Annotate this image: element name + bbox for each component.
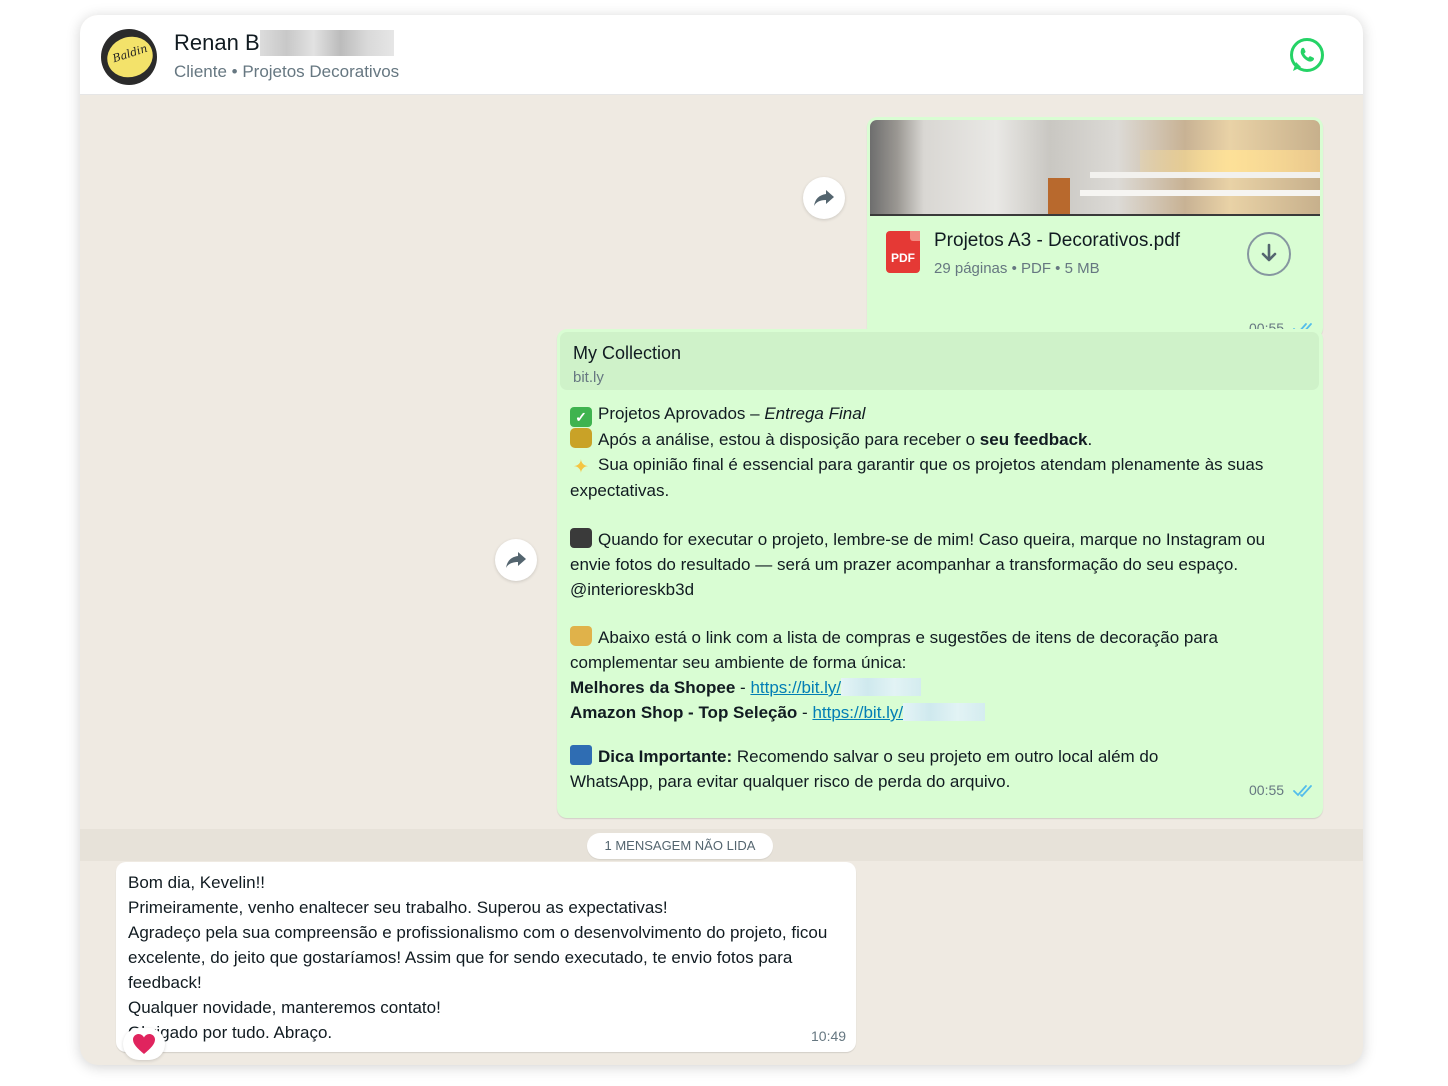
separator: - [797,703,813,722]
shopee-label: Melhores da Shopee [570,678,736,697]
chat-header: Baldin Renan B Cliente • Projetos Decora… [80,15,1363,95]
thumbnail-lighting [1140,150,1320,172]
line-text: Quando for executar o projeto, lembre-se… [570,530,1266,574]
message-paragraph-2: Quando for executar o projeto, lembre-se… [570,527,1310,602]
message-line: ✓ Projetos Aprovados – Entrega Final [570,401,1310,427]
pdf-icon-label: PDF [891,251,915,265]
shopee-line: Melhores da Shopee - https://bit.ly/ [570,675,1310,700]
amazon-label: Amazon Shop - Top Seleção [570,703,798,722]
shopee-link[interactable]: https://bit.ly/ [750,678,841,697]
thumbnail-divider [870,214,1320,216]
redacted-link [903,703,986,721]
floppy-disk-icon [570,745,592,765]
line-text: Abaixo está o link com a lista de compra… [570,628,1218,672]
amazon-link[interactable]: https://bit.ly/ [812,703,903,722]
download-icon [1261,243,1277,262]
line-text-bold: seu feedback [979,430,1088,449]
message-line: Abaixo está o link com a lista de compra… [570,625,1310,675]
message-time: 00:55 [1249,782,1285,798]
tip-label: Dica Importante: [598,747,733,766]
separator: - [735,678,751,697]
incoming-message[interactable]: Bom dia, Kevelin!! Primeiramente, venho … [116,862,856,1052]
line-text: . [1087,430,1093,449]
forward-icon [506,552,526,568]
whatsapp-icon[interactable] [1288,36,1326,74]
avatar[interactable]: Baldin [101,29,157,85]
sparkles-icon: ✦ [573,457,589,478]
chat-area[interactable]: PDF Projetos A3 - Decorativos.pdf 29 pág… [80,96,1363,1065]
pdf-icon-corner [910,231,920,241]
forward-icon [814,190,834,206]
unread-messages-label: 1 MENSAGEM NÃO LIDA [587,833,773,859]
thumbnail-door [1048,178,1070,216]
link-preview-domain: bit.ly [573,369,604,386]
check-mark-icon: ✓ [570,407,592,427]
thumbnail-shelf [1080,190,1320,196]
contact-name[interactable]: Renan B [174,30,260,56]
message-line: ✦ Sua opinião final é essencial para gara… [570,452,1310,503]
link-preview-title: My Collection [573,343,682,363]
chat-window: Baldin Renan B Cliente • Projetos Decora… [80,15,1363,1065]
line-text: Após a análise, estou à disposição para … [598,430,980,449]
message-paragraph-3: Abaixo está o link com a lista de compra… [570,625,1310,725]
thumbnail-shelf [1090,172,1320,178]
file-meta: 29 páginas • PDF • 5 MB [934,260,1100,277]
lock-icon [570,428,592,448]
amazon-line: Amazon Shop - Top Seleção - https://bit.… [570,700,1310,725]
message-line: Após a análise, estou à disposição para … [570,427,1310,452]
reaction-badge[interactable] [123,1028,165,1060]
shopping-bag-icon [570,626,592,646]
instagram-handle: @interioreskb3d [570,580,695,599]
line-text: Sua opinião final é essencial para garan… [570,455,1264,500]
line-text-italic: Entrega Final [764,404,866,423]
redacted-name [260,30,394,56]
file-thumbnail[interactable] [870,120,1320,216]
message-paragraph-1: ✓ Projetos Aprovados – Entrega Final Após… [570,401,1310,503]
line-text: Projetos Aprovados – [598,404,765,423]
file-name[interactable]: Projetos A3 - Decorativos.pdf [934,230,1180,252]
pdf-file-icon: PDF [886,231,920,273]
download-button[interactable] [1247,232,1291,276]
link-preview[interactable]: My Collection bit.ly [560,332,1319,390]
contact-subtitle: Cliente • Projetos Decorativos [174,62,400,81]
file-message[interactable]: PDF Projetos A3 - Decorativos.pdf 29 pág… [867,117,1323,338]
message-line: Dica Importante: Recomendo salvar o seu … [570,744,1230,794]
message-paragraph-4: Dica Importante: Recomendo salvar o seu … [570,744,1230,794]
camera-icon [570,528,592,548]
message-time: 10:49 [811,1028,847,1044]
redacted-link [841,678,922,696]
link-message[interactable]: My Collection bit.ly ✓ Projetos Aprovados… [557,329,1323,818]
forward-button[interactable] [495,539,537,581]
forward-button[interactable] [803,177,845,219]
incoming-message-text: Bom dia, Kevelin!! Primeiramente, venho … [128,873,828,1042]
heart-icon [133,1034,155,1054]
message-line: Quando for executar o projeto, lembre-se… [570,527,1310,577]
read-ticks-icon [1293,785,1312,798]
